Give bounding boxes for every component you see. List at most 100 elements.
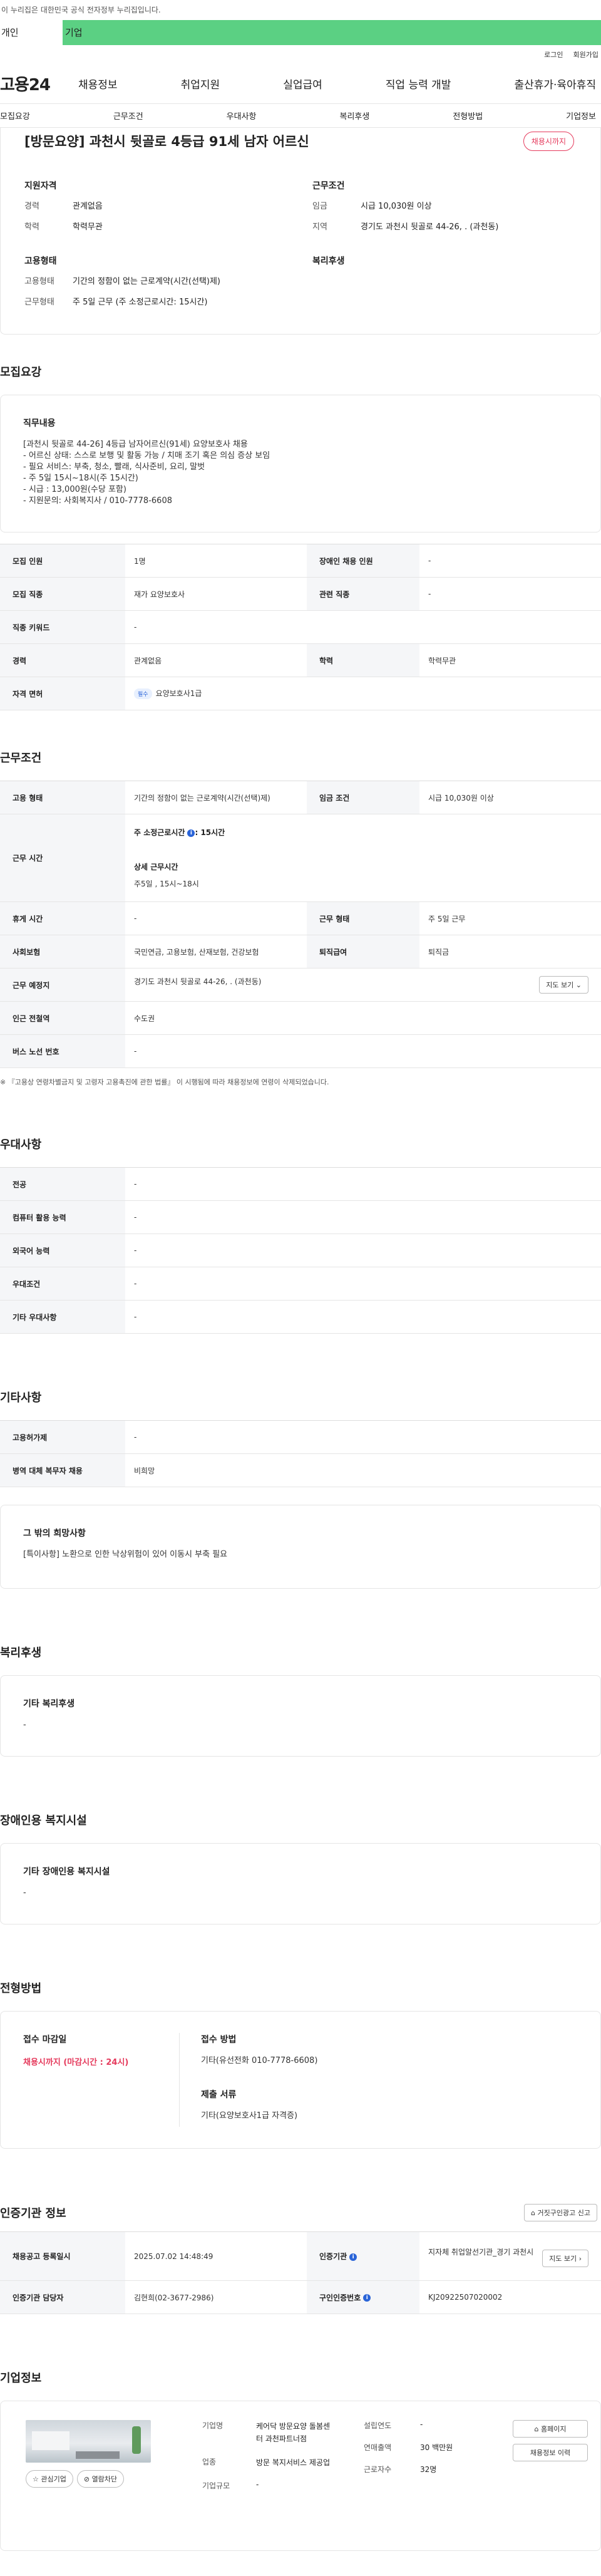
duty-box: 직무내용 [과천시 뒷골로 44-26] 4등급 남자어르신(91세) 요양보호… <box>0 395 601 532</box>
name-value: 케어닥 방문요양 돌봄센터 과천파트너점 <box>256 2422 331 2443</box>
cond-heading: 근무조건 <box>312 181 345 191</box>
industry-label: 업종 <box>202 2458 217 2466</box>
site-logo[interactable]: 고용24 <box>0 72 78 95</box>
year-value: - <box>420 2420 423 2429</box>
subnav-preference[interactable]: 우대사항 <box>227 110 257 122</box>
chevron-down-icon: ⌄ <box>575 981 582 989</box>
tab-personal[interactable]: 개인 <box>0 20 63 45</box>
homepage-button[interactable]: ⌂ 홈페이지 <box>513 2420 588 2438</box>
signup-link[interactable]: 회원가입 <box>573 49 598 60</box>
num-label: 구인인증번호 i <box>307 2280 419 2314</box>
wage-value: 시급 10,030원 이상 <box>361 202 432 211</box>
age-notice: ※ 『고용상 연령차별금지 및 고령자 고용촉진에 관한 법률』 이 시행됨에 … <box>0 1078 329 1086</box>
subnav-recruit[interactable]: 모집요강 <box>0 110 30 122</box>
num-label-text: 구인인증번호 <box>319 2293 361 2302</box>
welfare-title: 기타 복리후생 <box>23 1699 75 1709</box>
interest-button[interactable]: ☆ 관심기업 <box>26 2470 73 2488</box>
subway-label: 인근 전철역 <box>0 1001 125 1035</box>
holiday-label: 휴게 시간 <box>0 901 125 935</box>
row-value: - <box>419 544 601 578</box>
subway-value: 수도권 <box>125 1001 601 1035</box>
region-label: 지역 <box>312 222 327 232</box>
docs-title: 제출 서류 <box>201 2090 237 2100</box>
row-label: 전공 <box>0 1167 125 1201</box>
reg-label: 채용공고 등록일시 <box>0 2231 125 2281</box>
info-icon[interactable]: i <box>349 2253 357 2261</box>
login-link[interactable]: 로그인 <box>544 49 563 60</box>
staff-value: 32명 <box>420 2465 437 2474</box>
mgr-value: 김현희(02-3677-2986) <box>125 2280 307 2314</box>
subnav-welfare[interactable]: 복리후생 <box>339 110 369 122</box>
holiday-value: - <box>125 901 307 935</box>
work-form-label: 근무 형태 <box>307 901 419 935</box>
section-selection: 전형방법 <box>0 1982 42 1995</box>
disabled-box: 기타 장애인용 복지시설 - <box>0 1843 601 1924</box>
etc-table: 고용허가제 - 병역 대체 복무자 채용 비희망 <box>0 1420 601 1487</box>
section-preference: 우대사항 <box>0 1138 42 1151</box>
deadline-badge: 채용시까지 <box>523 132 574 151</box>
work-form-value: 주 5일 근무 <box>419 901 601 935</box>
map-button[interactable]: 지도 보기 ⌄ <box>539 976 588 994</box>
row-label: 컴퓨터 활용 능력 <box>0 1200 125 1234</box>
history-button[interactable]: 채용정보 이력 <box>513 2444 588 2461</box>
career-label: 경력 <box>24 202 39 211</box>
gnb-job-training[interactable]: 직업 능력 개발 <box>386 76 451 91</box>
insurance-label: 사회보험 <box>0 935 125 969</box>
region-value: 경기도 과천시 뒷골로 44-26, . (과천동) <box>361 222 499 232</box>
row-value: - <box>125 1300 601 1334</box>
subnav-company[interactable]: 기업정보 <box>566 110 596 122</box>
edu-value: 학력무관 <box>73 222 103 232</box>
row-label: 장애인 채용 인원 <box>307 544 419 578</box>
subnav-selection[interactable]: 전형방법 <box>453 110 483 122</box>
homepage-button-label: 홈페이지 <box>541 2425 567 2433</box>
reg-value: 2025.07.02 14:48:49 <box>125 2231 307 2281</box>
deadline-title: 접수 마감일 <box>23 2035 67 2045</box>
row-label: 고용허가제 <box>0 1420 125 1454</box>
info-icon[interactable]: i <box>363 2294 371 2302</box>
block-button-label: 열람차단 <box>91 2475 118 2483</box>
report-button-label: 거짓구인광고 신고 <box>537 2209 590 2217</box>
row-value: 비희망 <box>125 1453 601 1487</box>
wage-label: 임금 조건 <box>307 781 419 814</box>
block-icon: ⊘ <box>83 2475 92 2483</box>
mgr-label: 인증기관 담당자 <box>0 2280 125 2314</box>
welfare-box: 기타 복리후생 - <box>0 1675 601 1757</box>
subnav-conditions[interactable]: 근무조건 <box>113 110 143 122</box>
preference-table: 전공 - 컴퓨터 활용 능력 - 외국어 능력 - 우대조건 - 기타 우대사항 - <box>0 1167 601 1334</box>
emp-value: 기간의 정함이 없는 근로계약(시간(선택)제) <box>73 277 221 286</box>
edu-label: 학력 <box>24 222 39 232</box>
work-form-label: 근무형태 <box>24 298 54 307</box>
section-etc: 기타사항 <box>0 1391 42 1405</box>
num-value: KJ20922507020002 <box>419 2280 601 2314</box>
hours-label: 근무 시간 <box>0 814 125 902</box>
report-button[interactable]: ⌂ 거짓구인광고 신고 <box>524 2204 597 2221</box>
insurance-value: 국민연금, 고용보험, 산재보험, 건강보험 <box>125 935 307 969</box>
tab-company[interactable]: 기업 <box>63 20 601 45</box>
row-label: 병역 대체 복무자 채용 <box>0 1453 125 1487</box>
company-box: ☆ 관심기업 ⊘ 열람차단 기업명 케어닥 방문요양 돌봄센터 과천파트너점 업종… <box>0 2401 601 2551</box>
conditions-table: 고용 형태 기간의 정함이 없는 근로계약(시간(선택)제) 임금 조건 시급 … <box>0 781 601 1068</box>
gnb-unemployment-benefit[interactable]: 실업급여 <box>283 76 322 91</box>
interest-button-label: 관심기업 <box>41 2475 66 2483</box>
block-button[interactable]: ⊘ 열람차단 <box>76 2470 125 2488</box>
chevron-right-icon: › <box>578 2254 582 2263</box>
info-icon[interactable]: i <box>187 829 195 837</box>
weekly-hours-value: : 15시간 <box>195 828 225 837</box>
row-label: 우대조건 <box>0 1267 125 1301</box>
emp-value: 기간의 정함이 없는 근로계약(시간(선택)제) <box>125 781 307 814</box>
gnb-employment-support[interactable]: 취업지원 <box>181 76 220 91</box>
welfare-heading: 복리후생 <box>312 256 345 266</box>
row-value: 관계없음 <box>125 643 307 677</box>
sales-value: 30 백만원 <box>420 2443 453 2452</box>
home-icon: ⌂ <box>531 2209 538 2217</box>
section-disabled: 장애인용 복지시설 <box>0 1814 87 1827</box>
org-text: 지자체 취업알선기관_경기 과천시 <box>428 2247 534 2257</box>
gnb-parental-leave[interactable]: 출산휴가·육아휴직 <box>514 76 596 91</box>
emp-label: 고용형태 <box>24 277 54 286</box>
license-text: 요양보호사1급 <box>155 689 202 698</box>
gov-notice: 이 누리집은 대한민국 공식 전자정부 누리집입니다. <box>1 6 161 14</box>
star-icon: ☆ <box>33 2475 41 2483</box>
detail-hours: 주5일 , 15시~18시 <box>134 880 199 888</box>
org-map-button[interactable]: 지도 보기 › <box>542 2249 588 2267</box>
gnb-job-info[interactable]: 채용정보 <box>78 76 118 91</box>
